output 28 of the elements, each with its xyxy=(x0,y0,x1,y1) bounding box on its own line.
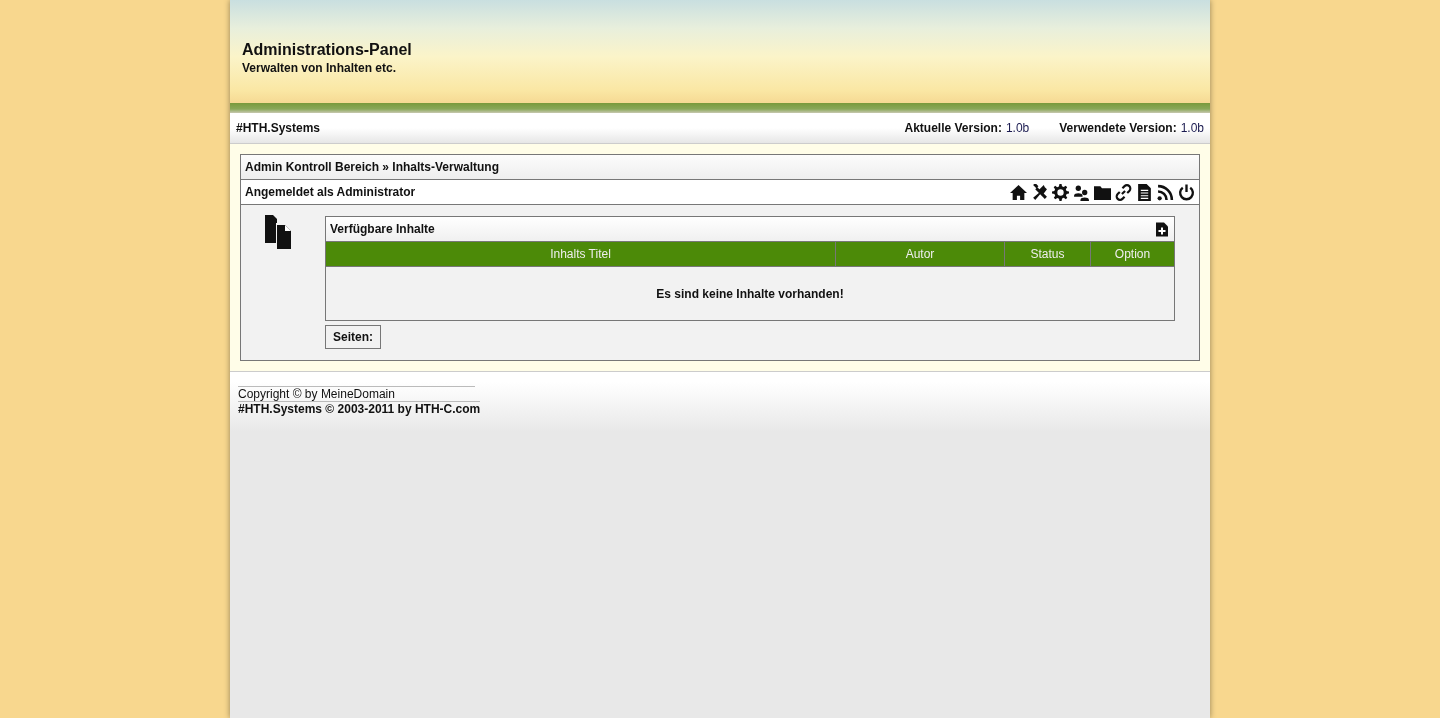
login-status: Angemeldet als Administrator xyxy=(245,185,416,199)
pages-label: Seiten: xyxy=(325,325,381,349)
add-document-icon[interactable] xyxy=(1156,221,1168,237)
copyright-text: Copyright © by MeineDomain xyxy=(238,386,475,401)
version-label: Verwendete Version: xyxy=(1059,121,1177,135)
rss-icon[interactable] xyxy=(1157,183,1174,201)
brand-name: #HTH.Systems xyxy=(236,121,321,135)
power-icon[interactable] xyxy=(1178,183,1195,201)
settings-icon[interactable] xyxy=(1052,183,1069,201)
users-icon[interactable] xyxy=(1073,183,1090,201)
column-header: Option xyxy=(1090,242,1174,266)
link-icon[interactable] xyxy=(1115,183,1132,201)
home-icon[interactable] xyxy=(1010,183,1027,201)
site-subtitle: Verwalten von Inhalten etc. xyxy=(242,61,398,75)
version-value: 1.0b xyxy=(1005,121,1030,135)
tools-icon[interactable] xyxy=(1031,183,1048,201)
document-icon[interactable] xyxy=(1136,183,1153,201)
empty-message: Es sind keine Inhalte vorhanden! xyxy=(656,286,844,301)
version-label: Aktuelle Version: xyxy=(904,121,1002,135)
credit-text: #HTH.Systems © 2003-2011 by HTH-C.com xyxy=(238,401,481,416)
folder-icon[interactable] xyxy=(1094,183,1111,201)
version-value: 1.0b xyxy=(1180,121,1204,135)
panel-title: Verfügbare Inhalte xyxy=(330,222,435,236)
breadcrumb: Admin Kontroll Bereich » Inhalts-Verwaltung xyxy=(245,160,500,174)
site-title: Administrations-Panel xyxy=(242,41,413,59)
column-header: Status xyxy=(1004,242,1090,266)
column-header: Inhalts Titel xyxy=(549,246,612,263)
column-header: Autor xyxy=(835,242,1004,266)
